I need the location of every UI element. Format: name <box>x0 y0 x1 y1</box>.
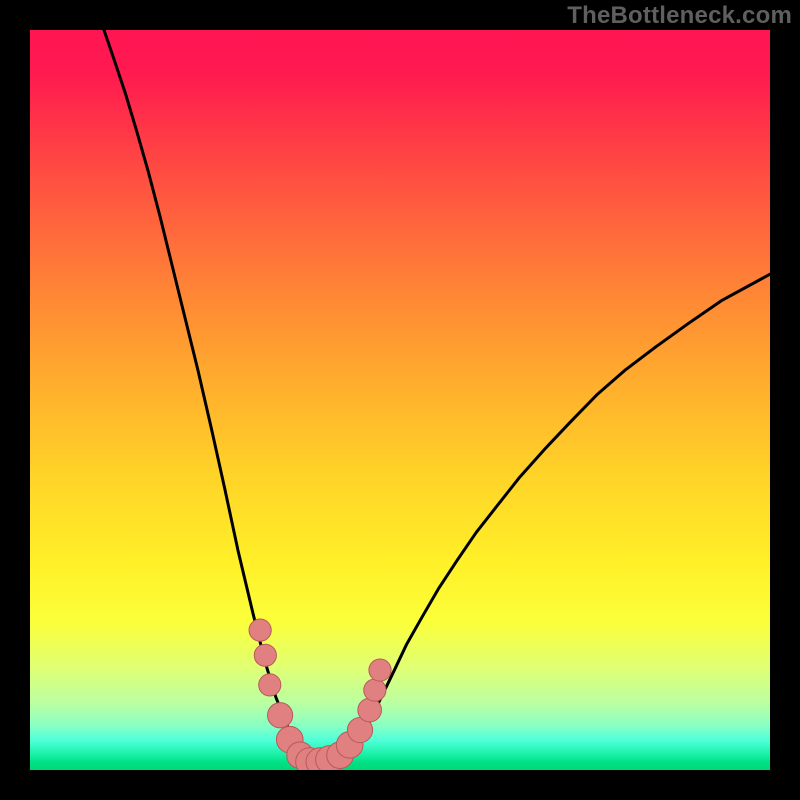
marker-group <box>249 619 391 770</box>
data-marker <box>358 698 382 722</box>
bottleneck-curve-right <box>339 274 770 766</box>
curve-overlay <box>30 30 770 770</box>
plot-area <box>30 30 770 770</box>
data-marker <box>249 619 271 641</box>
data-marker <box>254 644 276 666</box>
data-marker <box>268 703 293 728</box>
chart-frame: TheBottleneck.com <box>0 0 800 800</box>
watermark-text: TheBottleneck.com <box>567 2 792 30</box>
data-marker <box>259 674 281 696</box>
data-marker <box>369 659 391 681</box>
data-marker <box>364 679 386 701</box>
bottleneck-curve-left <box>104 30 313 766</box>
